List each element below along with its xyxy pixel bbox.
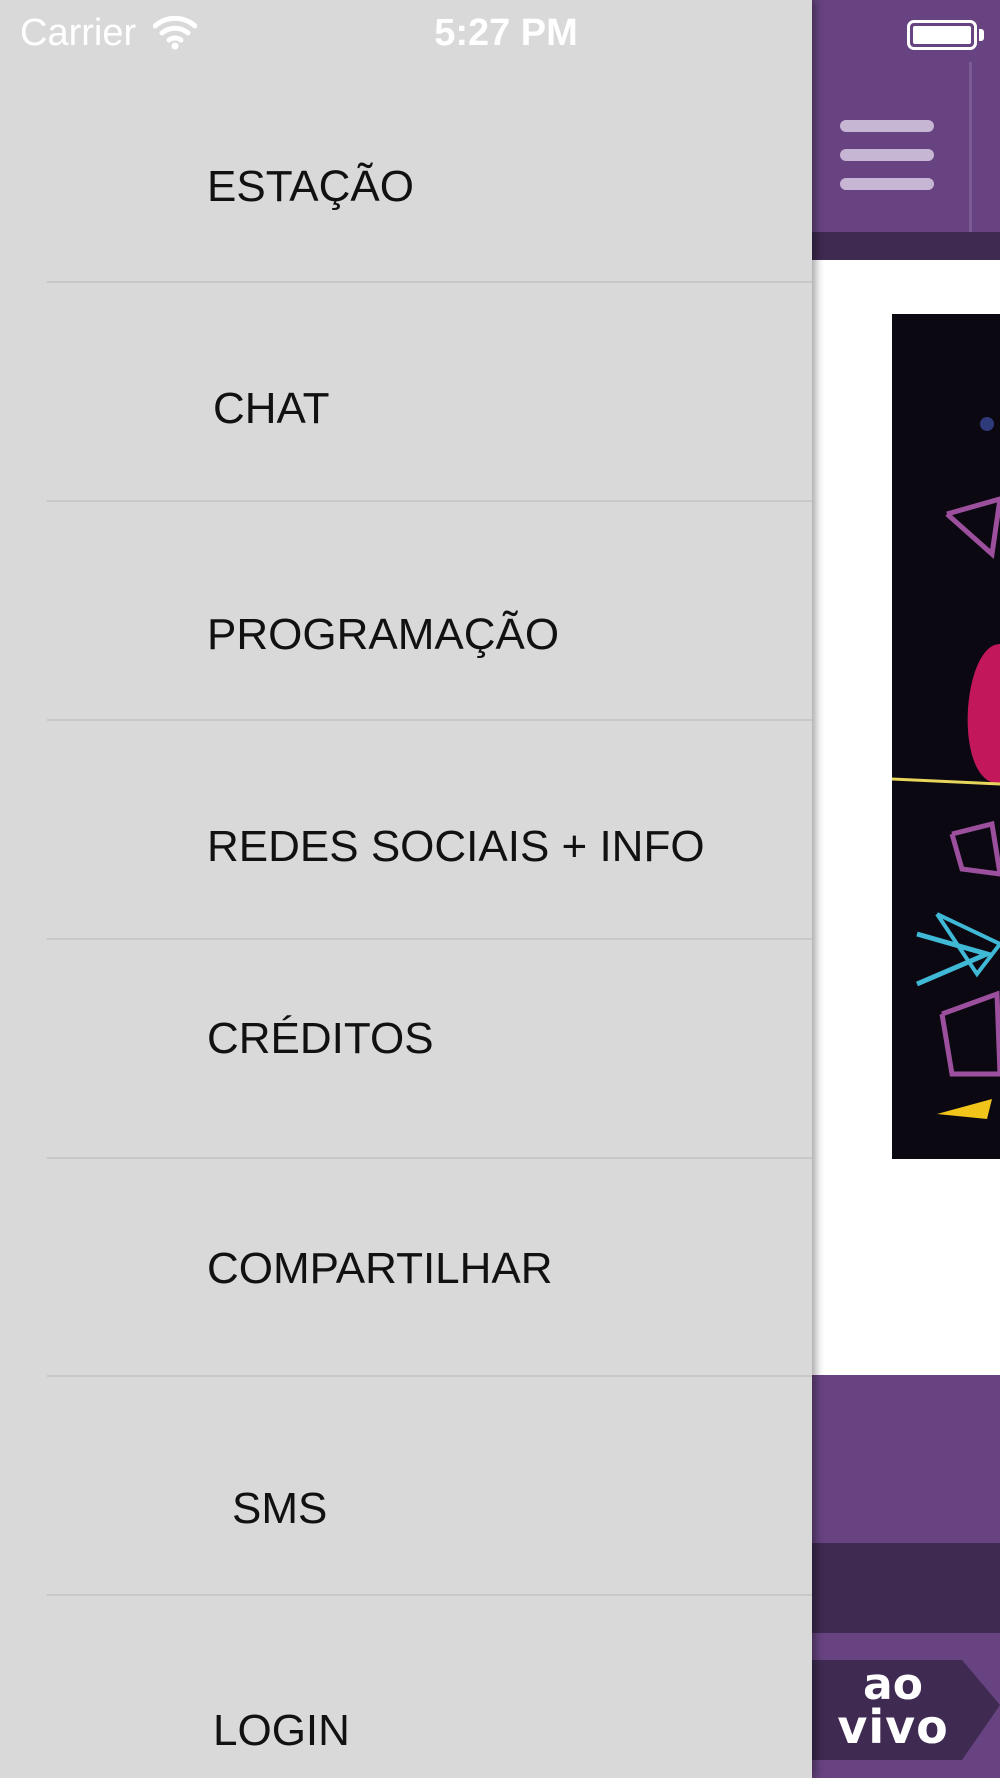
menu-separator (47, 1157, 812, 1159)
menu-item-estacao[interactable]: ESTAÇÃO (0, 148, 812, 228)
menu-item-chat[interactable]: CHAT (0, 370, 812, 450)
menu-item-label: ESTAÇÃO (207, 162, 415, 211)
hamburger-menu-icon[interactable] (837, 110, 937, 200)
navigation-divider (969, 62, 972, 232)
player-bar-dark (812, 1543, 1000, 1633)
menu-item-login[interactable]: LOGIN (0, 1692, 812, 1772)
side-drawer: ESTAÇÃO CHAT PROGRAMAÇÃO REDES SOCIAIS +… (0, 0, 812, 1778)
player-bar (812, 1375, 1000, 1543)
live-badge-label: ao vivo (828, 1663, 958, 1754)
menu-item-label: REDES SOCIAIS + INFO (207, 822, 705, 871)
status-bar: Carrier 5:27 PM (0, 0, 1000, 66)
menu-item-label: CHAT (213, 384, 330, 433)
menu-item-programacao[interactable]: PROGRAMAÇÃO (0, 596, 812, 676)
menu-item-redes-sociais[interactable]: REDES SOCIAIS + INFO (0, 808, 812, 888)
menu-item-label: CRÉDITOS (207, 1014, 434, 1063)
menu-separator (47, 719, 812, 721)
menu-item-label: SMS (232, 1484, 328, 1533)
menu-item-label: COMPARTILHAR (207, 1244, 553, 1293)
live-badge-line2: vivo (837, 1700, 949, 1754)
menu-separator (47, 500, 812, 502)
menu-item-creditos[interactable]: CRÉDITOS (0, 1000, 812, 1080)
menu-item-label: LOGIN (213, 1706, 350, 1755)
station-artwork-image (892, 314, 1000, 1159)
menu-item-sms[interactable]: SMS (0, 1470, 812, 1550)
status-time: 5:27 PM (434, 12, 578, 54)
menu-separator (47, 1375, 812, 1377)
menu-separator (47, 938, 812, 940)
menu-item-label: PROGRAMAÇÃO (207, 610, 560, 659)
menu-item-compartilhar[interactable]: COMPARTILHAR (0, 1230, 812, 1310)
menu-separator (47, 281, 812, 283)
app-screen: ao vivo ESTAÇÃO CHAT PROGRAMAÇÃO REDES S… (0, 0, 1000, 1778)
menu-separator (47, 1594, 812, 1596)
main-navigation-bar-shadow (812, 232, 1000, 260)
main-content: ao vivo (812, 0, 1000, 1778)
live-badge-button[interactable]: ao vivo (812, 1660, 1000, 1760)
